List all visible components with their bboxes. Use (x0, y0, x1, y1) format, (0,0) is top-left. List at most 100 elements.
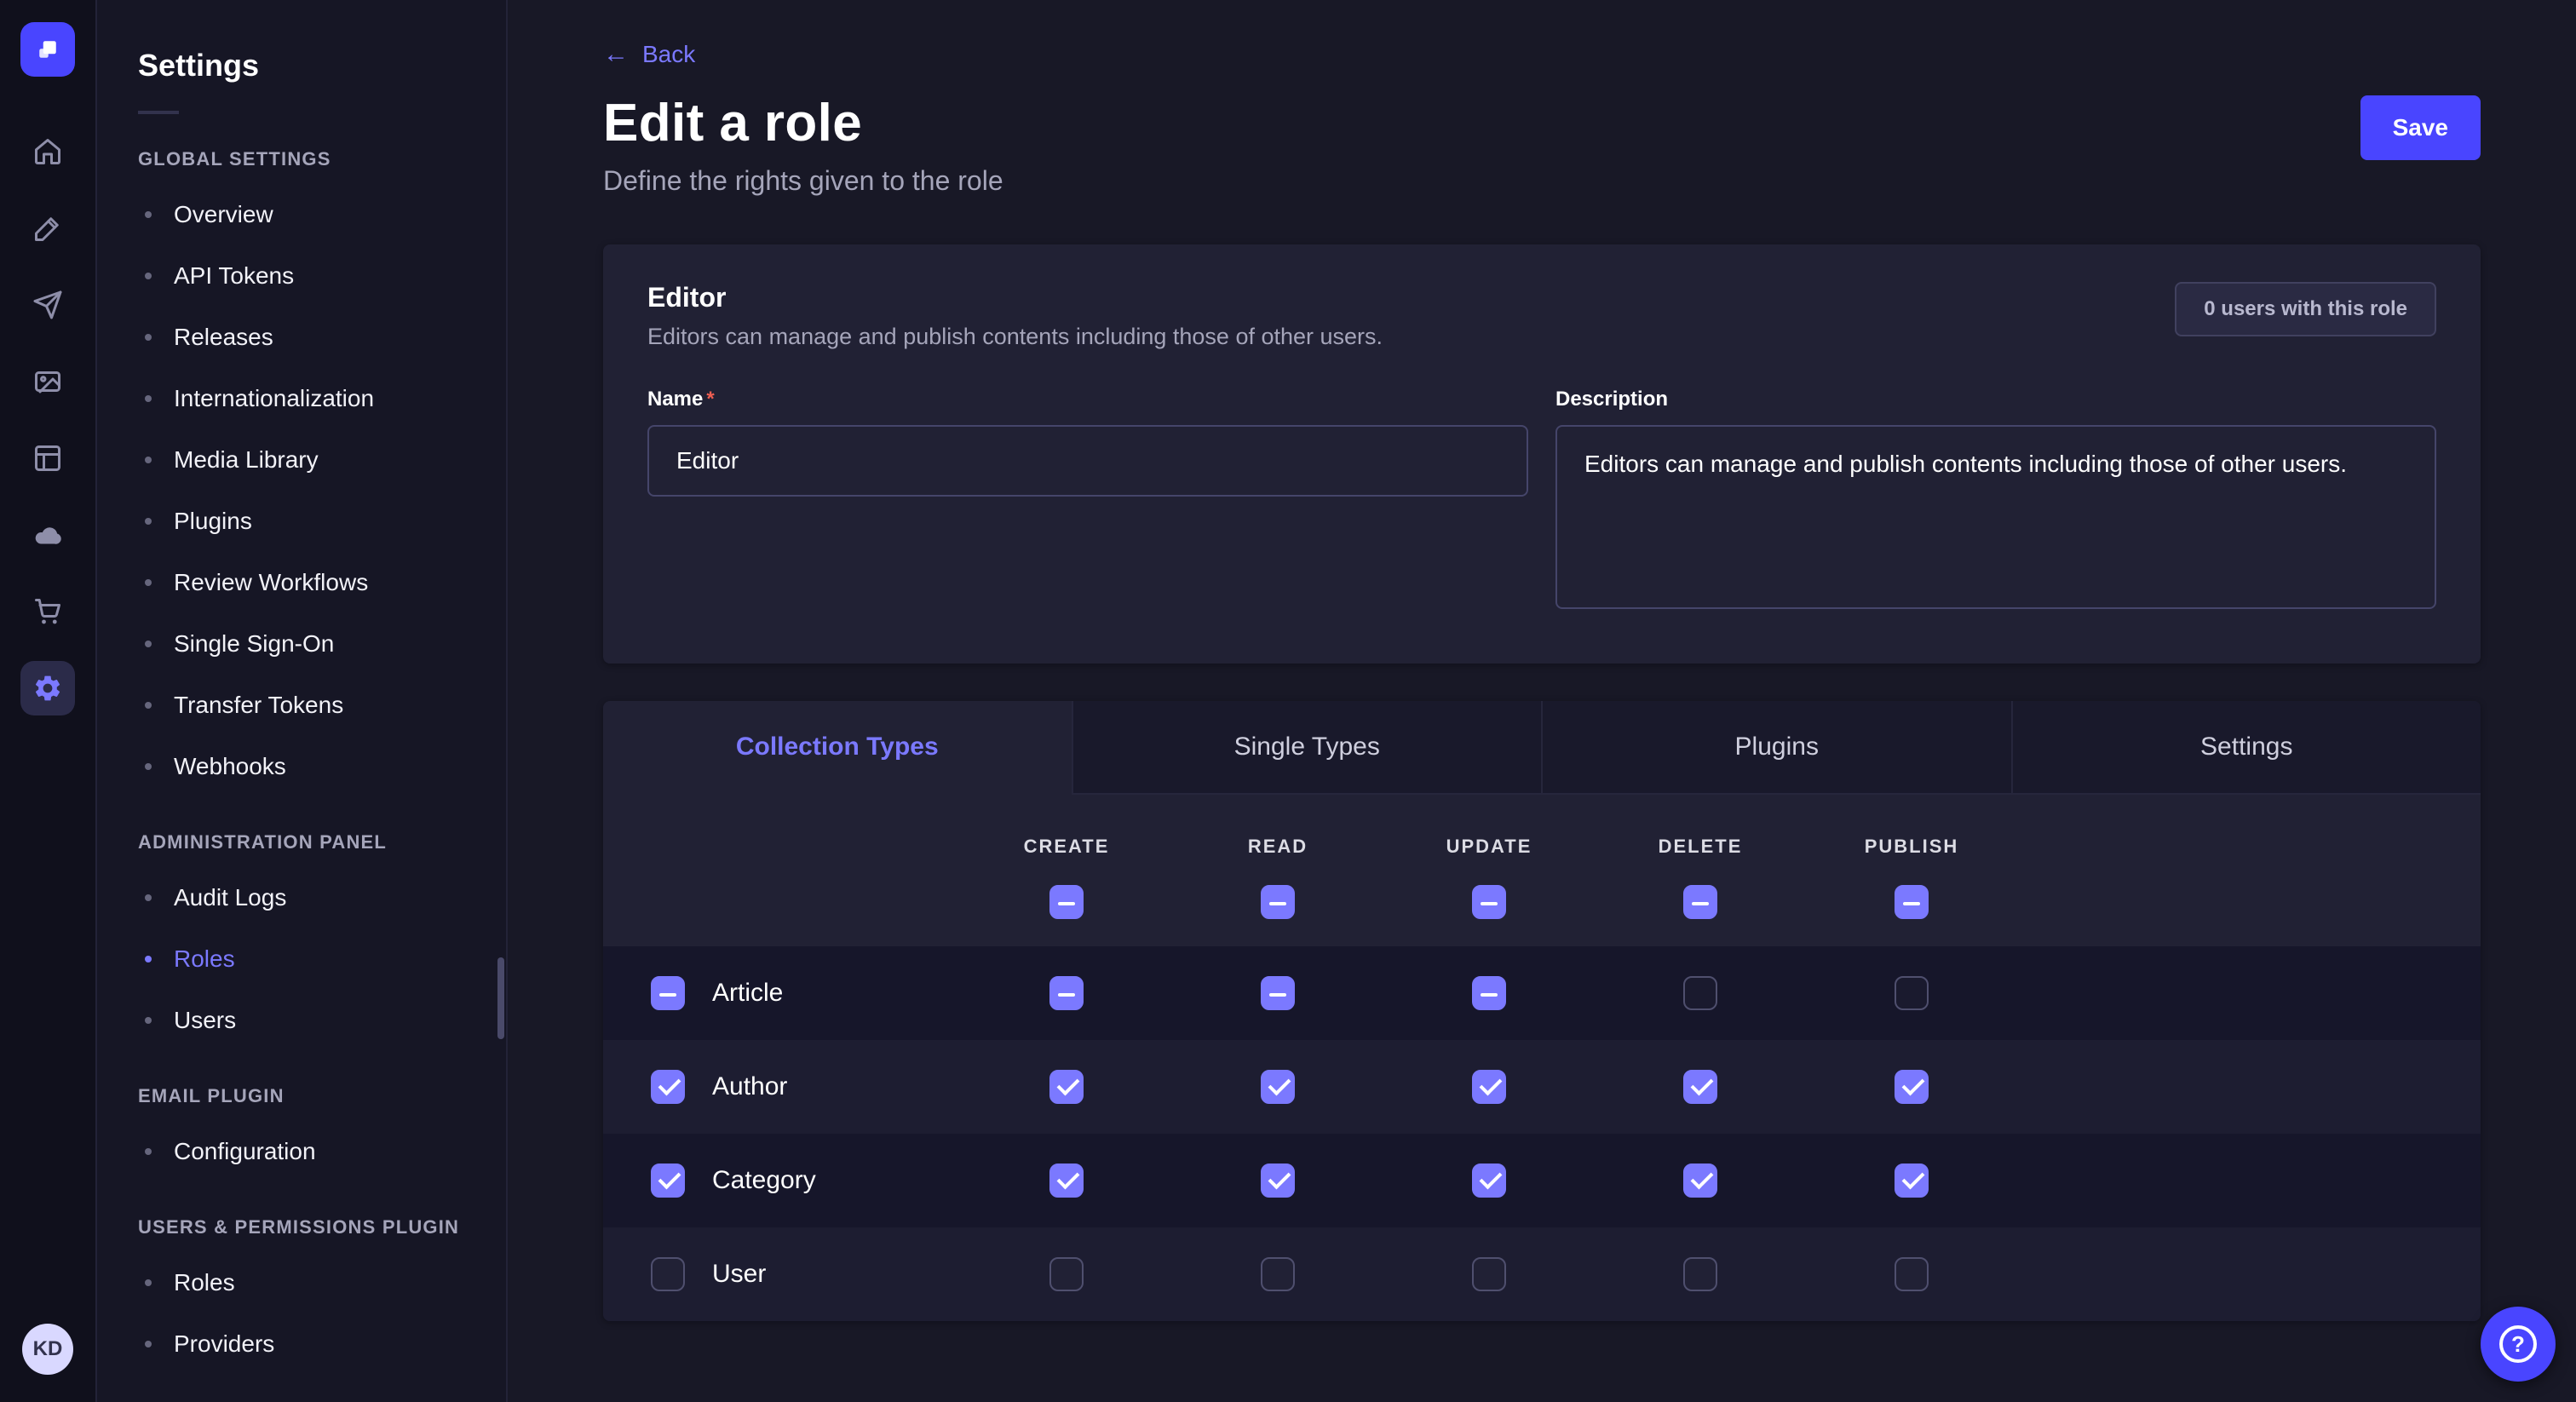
author-delete-checkbox[interactable] (1683, 1070, 1717, 1104)
sidebar-section-label-users-permissions-plugin: USERS & PERMISSIONS PLUGIN (138, 1216, 465, 1238)
permission-cell (1595, 976, 1806, 1010)
bullet-icon (145, 894, 152, 901)
bullet-icon (145, 457, 152, 463)
sidebar-item-label: Audit Logs (174, 884, 286, 911)
article-update-checkbox[interactable] (1472, 976, 1506, 1010)
article-publish-checkbox[interactable] (1895, 976, 1929, 1010)
main-content: ← Back Edit a role Define the rights giv… (508, 0, 2576, 1402)
author-read-checkbox[interactable] (1261, 1070, 1295, 1104)
content-type-builder-icon[interactable] (20, 201, 75, 256)
row-checkbox-user[interactable] (651, 1257, 685, 1291)
users-with-role-badge[interactable]: 0 users with this role (2175, 282, 2436, 336)
sidebar-item-overview[interactable]: Overview (97, 184, 506, 245)
permission-cell (1595, 1164, 1806, 1198)
page-header: ← Back Edit a role Define the rights giv… (603, 37, 2481, 197)
permission-cell (1383, 1070, 1595, 1104)
category-read-checkbox[interactable] (1261, 1164, 1295, 1198)
row-checkbox-article[interactable] (651, 976, 685, 1010)
tab-plugins[interactable]: Plugins (1541, 701, 2011, 795)
permission-cell (1383, 1164, 1595, 1198)
sidebar-item-label: API Tokens (174, 262, 294, 290)
select-all-publish-checkbox[interactable] (1895, 885, 1929, 919)
permission-cell (961, 1164, 1172, 1198)
sidebar-item-audit-logs[interactable]: Audit Logs (97, 867, 506, 928)
sidebar-item-review-workflows[interactable]: Review Workflows (97, 552, 506, 613)
column-checkboxes (603, 885, 2481, 919)
sidebar-item-configuration[interactable]: Configuration (97, 1121, 506, 1182)
name-field-group: Name* (647, 388, 1528, 616)
avatar[interactable]: KD (22, 1324, 73, 1375)
user-update-checkbox[interactable] (1472, 1257, 1506, 1291)
sidebar-item-users[interactable]: Users (97, 990, 506, 1051)
select-all-delete-checkbox[interactable] (1683, 885, 1717, 919)
sidebar-item-label: Providers (174, 1330, 274, 1358)
sidebar-item-roles[interactable]: Roles (97, 928, 506, 990)
tab-collection-types[interactable]: Collection Types (603, 701, 1072, 795)
column-label-update: UPDATE (1383, 836, 1595, 858)
sidebar-item-internationalization[interactable]: Internationalization (97, 368, 506, 429)
user-delete-checkbox[interactable] (1683, 1257, 1717, 1291)
row-label: User (712, 1260, 766, 1289)
sidebar-item-releases[interactable]: Releases (97, 307, 506, 368)
user-create-checkbox[interactable] (1049, 1257, 1084, 1291)
deploy-icon[interactable] (20, 278, 75, 332)
author-publish-checkbox[interactable] (1895, 1070, 1929, 1104)
permission-cell (1172, 1164, 1383, 1198)
back-arrow-icon: ← (603, 40, 629, 69)
sidebar-item-media-library[interactable]: Media Library (97, 429, 506, 491)
row-checkbox-category[interactable] (651, 1164, 685, 1198)
permission-row-article: Article (603, 946, 2481, 1040)
sidebar-item-webhooks[interactable]: Webhooks (97, 736, 506, 797)
back-link[interactable]: ← Back (603, 40, 695, 69)
user-read-checkbox[interactable] (1261, 1257, 1295, 1291)
sidebar-item-transfer-tokens[interactable]: Transfer Tokens (97, 675, 506, 736)
bullet-icon (145, 1341, 152, 1347)
column-label-delete: DELETE (1595, 836, 1806, 858)
permission-row-category: Category (603, 1134, 2481, 1227)
tab-single-types[interactable]: Single Types (1072, 701, 1542, 795)
row-label-cell: User (603, 1257, 961, 1291)
tab-settings[interactable]: Settings (2011, 701, 2481, 795)
category-update-checkbox[interactable] (1472, 1164, 1506, 1198)
role-subtitle: Editors can manage and publish contents … (647, 324, 1383, 350)
article-delete-checkbox[interactable] (1683, 976, 1717, 1010)
category-create-checkbox[interactable] (1049, 1164, 1084, 1198)
role-description-textarea[interactable]: Editors can manage and publish contents … (1555, 425, 2436, 609)
sidebar-item-label: Roles (174, 1269, 235, 1296)
user-publish-checkbox[interactable] (1895, 1257, 1929, 1291)
sidebar-item-plugins[interactable]: Plugins (97, 491, 506, 552)
permission-cell (1595, 1257, 1806, 1291)
select-all-create-checkbox[interactable] (1049, 885, 1084, 919)
author-update-checkbox[interactable] (1472, 1070, 1506, 1104)
sidebar-item-roles[interactable]: Roles (97, 1252, 506, 1313)
select-all-read-checkbox[interactable] (1261, 885, 1295, 919)
save-button[interactable]: Save (2360, 95, 2481, 160)
role-name-input[interactable] (647, 425, 1528, 497)
category-publish-checkbox[interactable] (1895, 1164, 1929, 1198)
role-title: Editor (647, 282, 1383, 313)
article-read-checkbox[interactable] (1261, 976, 1295, 1010)
help-button[interactable]: ? (2481, 1307, 2556, 1382)
select-all-update-checkbox[interactable] (1472, 885, 1506, 919)
sidebar-item-api-tokens[interactable]: API Tokens (97, 245, 506, 307)
content-manager-icon[interactable] (20, 431, 75, 486)
sidebar-item-label: Plugins (174, 508, 252, 535)
permission-cell (1806, 1164, 2017, 1198)
header-checkbox-cell (1383, 885, 1595, 919)
sidebar-item-providers[interactable]: Providers (97, 1313, 506, 1375)
sidebar-item-single-sign-on[interactable]: Single Sign-On (97, 613, 506, 675)
strapi-logo[interactable] (20, 22, 75, 77)
scrollbar-thumb[interactable] (497, 957, 504, 1039)
bullet-icon (145, 702, 152, 709)
article-create-checkbox[interactable] (1049, 976, 1084, 1010)
category-delete-checkbox[interactable] (1683, 1164, 1717, 1198)
home-icon[interactable] (20, 124, 75, 179)
author-create-checkbox[interactable] (1049, 1070, 1084, 1104)
row-label-cell: Author (603, 1070, 961, 1104)
media-library-icon[interactable] (20, 354, 75, 409)
marketplace-icon[interactable] (20, 584, 75, 639)
settings-icon[interactable] (20, 661, 75, 715)
row-checkbox-author[interactable] (651, 1070, 685, 1104)
cloud-icon[interactable] (20, 508, 75, 562)
bullet-icon (145, 1279, 152, 1286)
